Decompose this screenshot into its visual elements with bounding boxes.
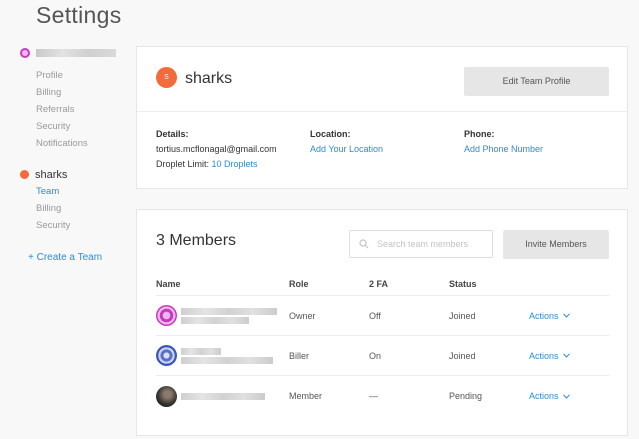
member-role: Owner <box>289 310 316 321</box>
team-email: tortius.mcflonagal@gmail.com <box>156 144 277 154</box>
team-profile-card: S sharks Edit Team Profile Details: tort… <box>136 46 628 189</box>
sidebar-item-notifications[interactable]: Notifications <box>36 135 125 152</box>
member-name-redacted <box>181 307 277 325</box>
member-search[interactable] <box>349 230 493 258</box>
table-row: Owner Off Joined Actions <box>156 296 609 336</box>
location-column: Location: Add Your Location <box>310 127 383 157</box>
actions-dropdown[interactable]: Actions <box>529 311 570 321</box>
team-name: sharks <box>35 168 68 181</box>
invite-members-button[interactable]: Invite Members <box>503 230 609 259</box>
settings-sidebar: Profile Billing Referrals Security Notif… <box>20 46 125 263</box>
sidebar-item-billing[interactable]: Billing <box>36 84 125 101</box>
member-status: Pending <box>449 391 483 401</box>
phone-label: Phone: <box>464 129 495 139</box>
member-role: Biller <box>289 350 310 361</box>
members-title: 3 Members <box>156 232 237 249</box>
sidebar-item-security[interactable]: Security <box>36 118 125 135</box>
divider <box>137 111 627 112</box>
search-input[interactable] <box>377 239 487 249</box>
chevron-down-icon <box>562 353 570 358</box>
edit-team-profile-button[interactable]: Edit Team Profile <box>464 67 609 96</box>
add-location-link[interactable]: Add Your Location <box>310 142 383 157</box>
droplet-limit-label: Droplet Limit: <box>156 159 210 169</box>
droplet-limit: Droplet Limit: 10 Droplets <box>156 157 277 172</box>
members-card: 3 Members Invite Members Name Role 2 FA … <box>136 209 628 436</box>
member-avatar <box>156 385 177 407</box>
sidebar-item-profile[interactable]: Profile <box>36 67 125 84</box>
account-avatar <box>20 48 30 58</box>
create-team-link[interactable]: + Create a Team <box>28 252 125 263</box>
actions-label: Actions <box>529 310 559 321</box>
sidebar-item-team-security[interactable]: Security <box>36 217 125 234</box>
member-2fa: On <box>369 350 382 361</box>
chevron-down-icon <box>562 393 570 399</box>
actions-dropdown[interactable]: Actions <box>529 351 570 361</box>
droplet-limit-link[interactable]: 10 Droplets <box>212 159 258 169</box>
member-avatar <box>156 305 177 326</box>
member-2fa: Off <box>369 310 381 321</box>
col-2fa: 2 FA <box>369 278 389 289</box>
location-label: Location: <box>310 129 351 139</box>
table-header: Name Role 2 FA Status <box>156 272 609 296</box>
table-row: Biller On Joined Actions <box>156 336 609 376</box>
actions-label: Actions <box>529 350 559 361</box>
member-cell <box>156 345 289 366</box>
team-dot-icon <box>20 170 29 179</box>
member-status: Joined <box>449 310 476 321</box>
details-label: Details: <box>156 129 189 139</box>
member-2fa: — <box>369 391 378 401</box>
search-icon <box>359 239 369 249</box>
sidebar-item-team-billing[interactable]: Billing <box>36 200 125 217</box>
phone-column: Phone: Add Phone Number <box>464 127 543 157</box>
member-cell <box>156 385 289 407</box>
col-status: Status <box>449 278 477 289</box>
actions-dropdown[interactable]: Actions <box>529 391 570 401</box>
account-name-redacted <box>36 49 116 57</box>
members-table: Name Role 2 FA Status Owner Off Joined A… <box>156 272 609 416</box>
member-role: Member <box>289 391 323 401</box>
sidebar-item-referrals[interactable]: Referrals <box>36 101 125 118</box>
add-phone-link[interactable]: Add Phone Number <box>464 142 543 157</box>
team-header[interactable]: sharks <box>20 166 125 183</box>
sidebar-item-team[interactable]: Team <box>36 183 125 200</box>
team-title: sharks <box>185 70 233 87</box>
col-name: Name <box>156 278 181 289</box>
chevron-down-icon <box>562 313 570 318</box>
member-name-redacted <box>181 347 273 365</box>
page-title: Settings <box>36 2 122 28</box>
member-cell <box>156 305 289 326</box>
member-status: Joined <box>449 350 476 361</box>
details-column: Details: tortius.mcflonagal@gmail.com Dr… <box>156 127 277 172</box>
actions-label: Actions <box>529 391 559 401</box>
account-header[interactable] <box>20 46 125 60</box>
table-row: Member — Pending Actions <box>156 376 609 416</box>
col-role: Role <box>289 278 309 289</box>
member-avatar <box>156 345 177 366</box>
member-name-redacted <box>181 392 265 401</box>
team-avatar: S <box>156 67 177 88</box>
